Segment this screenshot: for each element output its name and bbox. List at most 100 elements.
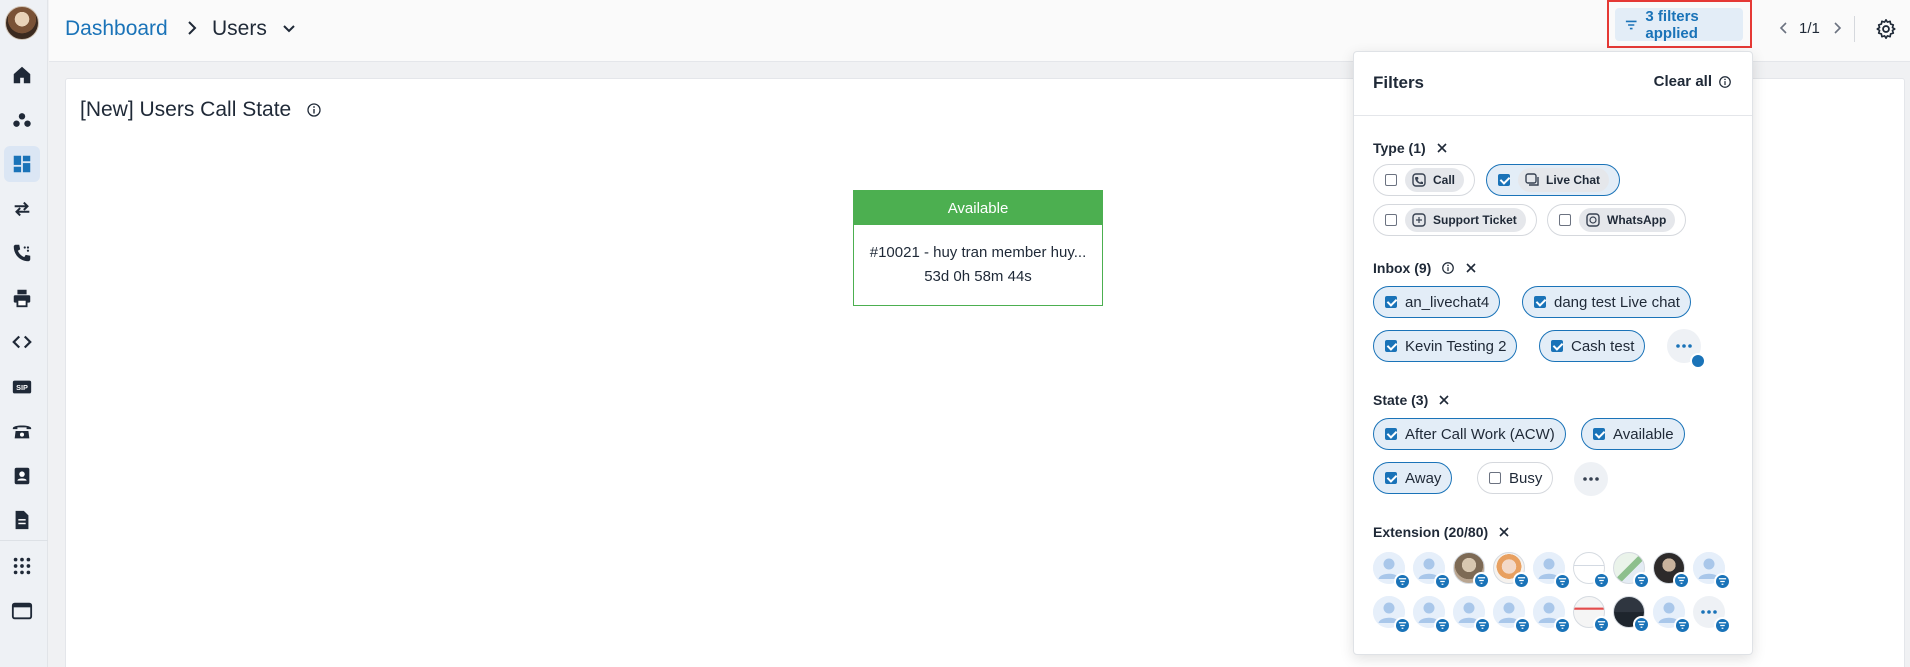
inbox-label: Inbox (9): [1373, 260, 1432, 276]
extension-avatar[interactable]: [1373, 552, 1411, 590]
inbox-more-button[interactable]: [1667, 329, 1706, 369]
dashboard-icon[interactable]: [4, 146, 40, 182]
phone-calls-icon[interactable]: [4, 235, 40, 271]
checkbox-checked[interactable]: [1385, 472, 1397, 484]
extension-avatar[interactable]: [1613, 596, 1650, 633]
filter-icon: [1625, 20, 1637, 29]
extension-avatar[interactable]: [1493, 596, 1531, 634]
extension-avatar[interactable]: [1373, 596, 1411, 634]
filter-badge: [1674, 617, 1691, 634]
code-icon[interactable]: [4, 324, 40, 360]
inbox-an-livechat4-label: an_livechat4: [1405, 293, 1490, 311]
filter-badge: [1394, 573, 1411, 590]
extension-avatar[interactable]: [1493, 552, 1530, 589]
gear-icon[interactable]: [1875, 18, 1897, 40]
extension-avatar[interactable]: [1533, 552, 1571, 590]
extension-avatar[interactable]: [1453, 596, 1491, 634]
inbox-kevin-testing-label: Kevin Testing 2: [1405, 337, 1507, 355]
checkbox-checked[interactable]: [1385, 340, 1397, 352]
extension-avatar[interactable]: [1413, 552, 1451, 590]
state-chip-busy[interactable]: Busy: [1477, 462, 1554, 494]
extension-avatar[interactable]: [1693, 552, 1731, 590]
chat-channel-icon: [1525, 173, 1539, 186]
filter-badge: [1394, 617, 1411, 634]
filter-badge: [1633, 572, 1650, 589]
extension-avatar[interactable]: [1613, 552, 1650, 589]
teams-icon[interactable]: [4, 102, 40, 138]
extension-avatar[interactable]: [1573, 596, 1610, 633]
breadcrumb-dashboard[interactable]: Dashboard: [65, 17, 168, 41]
user-avatar[interactable]: [5, 6, 39, 40]
filter-badge: [1513, 572, 1530, 589]
state-more-button[interactable]: [1574, 462, 1608, 496]
contacts-icon[interactable]: [4, 458, 40, 494]
filter-badge: [1690, 353, 1706, 369]
extension-avatar[interactable]: [1573, 552, 1610, 589]
filter-badge: [1474, 617, 1491, 634]
type-whatsapp-label: WhatsApp: [1607, 213, 1667, 227]
checkbox-checked[interactable]: [1534, 296, 1546, 308]
window-icon[interactable]: [4, 593, 40, 629]
desk-phone-icon[interactable]: [4, 413, 40, 449]
chevron-right-icon[interactable]: [1829, 20, 1845, 36]
close-icon[interactable]: [1498, 526, 1510, 538]
extension-avatar[interactable]: [1653, 552, 1690, 589]
popover-divider: [1354, 115, 1752, 116]
filter-badge: [1714, 573, 1731, 590]
type-chip-call[interactable]: Call: [1373, 164, 1476, 196]
card-duration: 53d 0h 58m 44s: [924, 268, 1032, 285]
checkbox[interactable]: [1385, 214, 1397, 226]
checkbox-checked[interactable]: [1385, 296, 1397, 308]
chevron-left-icon[interactable]: [1776, 20, 1792, 36]
user-state-card[interactable]: Available #10021 - huy tran member huy..…: [853, 190, 1103, 306]
filters-applied-button[interactable]: 3 filters applied: [1615, 8, 1743, 42]
extension-avatar[interactable]: [1653, 596, 1691, 634]
checkbox-checked[interactable]: [1551, 340, 1563, 352]
close-icon[interactable]: [1465, 262, 1477, 274]
inbox-chip[interactable]: an_livechat4: [1373, 286, 1501, 318]
checkbox[interactable]: [1489, 472, 1501, 484]
inbox-chip[interactable]: Kevin Testing 2: [1373, 330, 1518, 362]
checkbox-checked[interactable]: [1593, 428, 1605, 440]
breadcrumb-users: Users: [212, 17, 267, 40]
close-icon[interactable]: [1438, 394, 1450, 406]
type-section-label: Type (1): [1373, 140, 1448, 156]
sip-icon[interactable]: SIP: [4, 369, 40, 405]
close-icon[interactable]: [1436, 142, 1448, 154]
type-chip-support-ticket[interactable]: Support Ticket: [1373, 204, 1537, 236]
document-icon[interactable]: [4, 502, 40, 538]
state-section-label: State (3): [1373, 392, 1450, 408]
home-icon[interactable]: [4, 57, 40, 93]
filter-badge: [1554, 573, 1571, 590]
info-icon[interactable]: [306, 102, 322, 118]
transfer-icon[interactable]: [4, 191, 40, 227]
inbox-chip[interactable]: dang test Live chat: [1522, 286, 1691, 318]
info-icon[interactable]: [1441, 261, 1455, 275]
printer-icon[interactable]: [4, 280, 40, 316]
chevron-down-icon[interactable]: [279, 19, 299, 39]
extension-avatar[interactable]: [1533, 596, 1571, 634]
more-icon: [1701, 610, 1717, 614]
checkbox-checked[interactable]: [1498, 174, 1510, 186]
clear-all-button[interactable]: Clear all: [1654, 73, 1732, 90]
state-chip-acw[interactable]: After Call Work (ACW): [1373, 418, 1566, 450]
state-chip-away[interactable]: Away: [1373, 462, 1453, 494]
type-chip-live-chat[interactable]: Live Chat: [1486, 164, 1621, 196]
filter-badge: [1514, 617, 1531, 634]
chevron-right-icon: [188, 21, 197, 35]
call-channel-icon: [1412, 173, 1426, 187]
checkbox[interactable]: [1385, 174, 1397, 186]
type-chip-whatsapp[interactable]: WhatsApp: [1547, 204, 1687, 236]
filters-applied-highlight: 3 filters applied: [1607, 0, 1752, 48]
whatsapp-tag: WhatsApp: [1579, 208, 1676, 232]
state-chip-available[interactable]: Available: [1581, 418, 1685, 450]
extension-avatar[interactable]: [1413, 596, 1451, 634]
info-icon: [1719, 75, 1731, 88]
inbox-chip[interactable]: Cash test: [1539, 330, 1646, 362]
extension-more-button[interactable]: [1693, 596, 1731, 634]
checkbox[interactable]: [1559, 214, 1571, 226]
checkbox-checked[interactable]: [1385, 428, 1397, 440]
call-tag: Call: [1405, 168, 1465, 192]
extension-avatar[interactable]: [1453, 552, 1490, 589]
apps-grid-icon[interactable]: [4, 548, 40, 584]
